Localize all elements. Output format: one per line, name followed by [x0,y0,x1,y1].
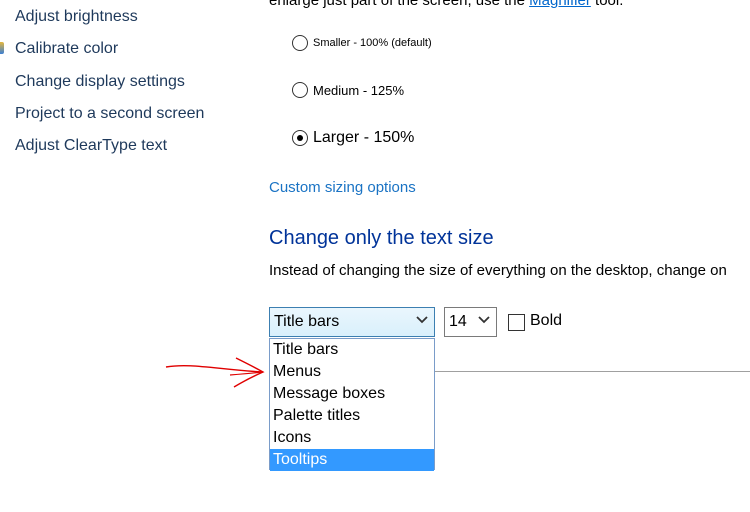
radio-medium-label: Medium - 125% [313,82,405,98]
radio-smaller[interactable]: Smaller - 100% (default) [292,35,432,51]
size-select[interactable]: 14 [444,307,497,337]
dropdown-option-title-bars[interactable]: Title bars [270,339,434,361]
divider [435,371,750,372]
radio-button-larger[interactable] [292,130,308,146]
sidebar-item-adjust-cleartype[interactable]: Adjust ClearType text [15,137,167,155]
sidebar-item-adjust-brightness[interactable]: Adjust brightness [15,8,138,26]
radio-button-medium[interactable] [292,82,308,98]
dropdown-option-message-boxes[interactable]: Message boxes [270,383,434,405]
bold-label: Bold [530,312,563,329]
red-arrow-annotation-icon [165,357,265,388]
dropdown-option-palette-titles[interactable]: Palette titles [270,405,434,427]
custom-sizing-link[interactable]: Custom sizing options [269,179,416,196]
magnifier-link[interactable]: Magnifier [529,0,591,9]
item-select[interactable]: Title bars [269,307,435,337]
shield-icon [0,42,4,54]
chevron-down-icon [478,316,490,324]
dropdown-option-tooltips[interactable]: Tooltips [270,449,434,471]
section-description: Instead of changing the size of everythi… [269,262,727,279]
bold-checkbox[interactable] [508,314,525,331]
item-select-value: Title bars [274,313,340,330]
sidebar-item-change-display-settings[interactable]: Change display settings [15,73,185,91]
sidebar-item-calibrate-color[interactable]: Calibrate color [15,40,118,58]
sidebar-item-project-second-screen[interactable]: Project to a second screen [15,105,204,123]
intro-text: enlarge just part of the screen, use the… [269,0,623,9]
intro-text-before: enlarge just part of the screen, use the [269,0,530,9]
dropdown-option-menus[interactable]: Menus [270,361,434,383]
intro-text-after: tool. [590,0,624,9]
radio-medium[interactable]: Medium - 125% [292,82,404,98]
radio-larger[interactable]: Larger - 150% [292,129,414,147]
radio-smaller-label: Smaller - 100% (default) [313,37,432,49]
radio-button-smaller[interactable] [292,35,308,51]
item-dropdown-list: Title bars Menus Message boxes Palette t… [269,338,435,471]
chevron-down-icon [416,316,428,324]
radio-larger-label: Larger - 150% [313,129,415,146]
dropdown-option-icons[interactable]: Icons [270,427,434,449]
size-select-value: 14 [449,313,467,330]
section-title: Change only the text size [269,227,494,249]
